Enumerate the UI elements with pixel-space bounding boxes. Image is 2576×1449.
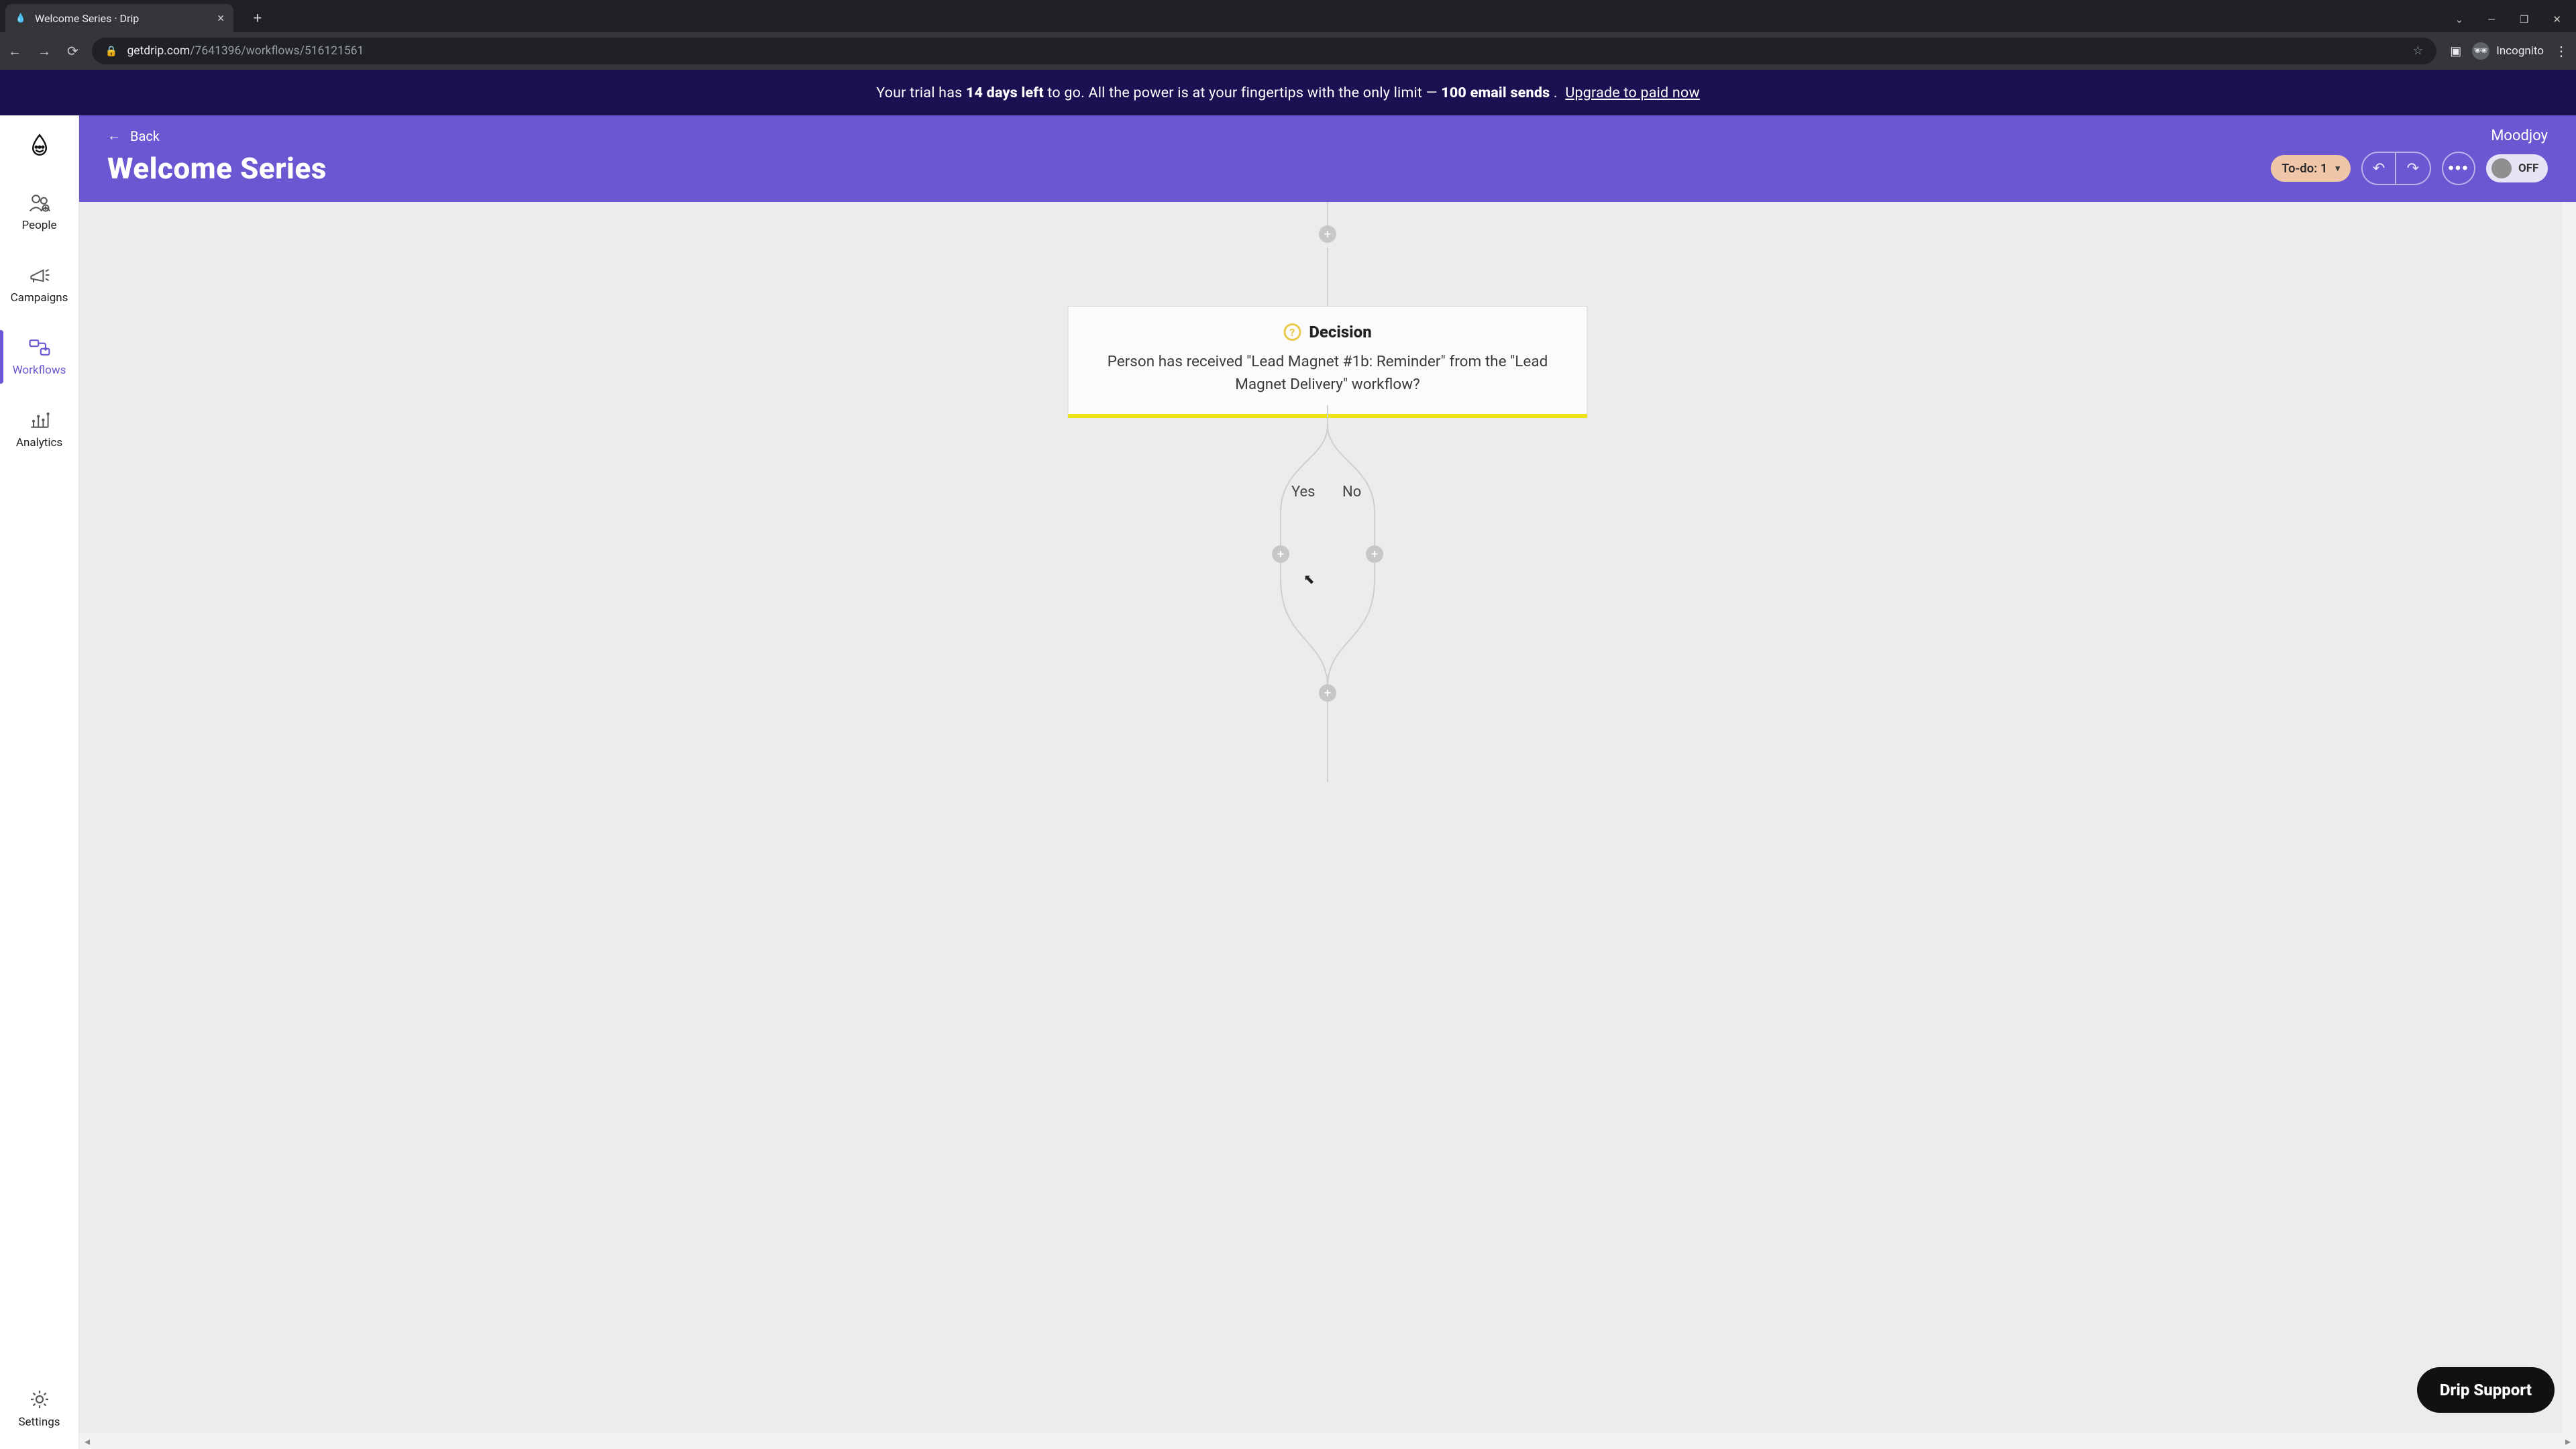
horizontal-scrollbar[interactable]: ◂ ▸	[79, 1433, 2576, 1449]
scroll-left-icon[interactable]: ◂	[79, 1435, 95, 1448]
org-name[interactable]: Moodjoy	[2491, 127, 2548, 144]
browser-menu-icon[interactable]: ⋮	[2555, 43, 2568, 59]
sidebar-item-label: People	[21, 219, 56, 232]
sidebar-item-settings[interactable]: Settings	[0, 1375, 78, 1449]
add-step-button[interactable]: +	[1319, 684, 1336, 702]
todo-pill[interactable]: To-do: 1 ▾	[2271, 155, 2351, 182]
decision-description: Person has received "Lead Magnet #1b: Re…	[1095, 351, 1560, 396]
redo-icon: ↷	[2407, 160, 2419, 176]
add-step-button[interactable]: +	[1319, 225, 1336, 243]
nav-forward-icon[interactable]: →	[38, 43, 51, 60]
back-link[interactable]: ← Back	[107, 127, 160, 144]
workflow-header: ← Back Moodjoy Welcome Series To-do: 1 ▾	[79, 115, 2576, 202]
add-step-no-button[interactable]: +	[1366, 545, 1383, 563]
flow-connector	[1327, 702, 1328, 782]
incognito-label: Incognito	[2496, 44, 2544, 58]
window-close-icon[interactable]: ✕	[2553, 13, 2561, 25]
nav-back-icon[interactable]: ←	[8, 43, 21, 60]
sidebar-item-workflows[interactable]: Workflows	[0, 323, 78, 390]
redo-button[interactable]: ↷	[2396, 153, 2430, 184]
todo-label: To-do: 1	[2282, 161, 2327, 176]
upgrade-link[interactable]: Upgrade to paid now	[1565, 85, 1699, 101]
support-label: Drip Support	[2440, 1381, 2532, 1399]
address-bar: ← → ⟳ 🔒 getdrip.com/7641396/workflows/51…	[0, 32, 2576, 70]
add-step-yes-button[interactable]: +	[1272, 545, 1289, 563]
sidebar-item-label: Analytics	[16, 436, 62, 449]
branch-no-label: No	[1342, 484, 1361, 500]
branch-yes-label: Yes	[1291, 484, 1316, 500]
more-menu-button[interactable]: •••	[2442, 152, 2475, 185]
banner-days-left: 14 days left	[966, 85, 1044, 101]
window-controls: ⌄ — ❐ ✕	[2455, 13, 2576, 32]
flow-connector	[1327, 202, 1328, 229]
support-button[interactable]: Drip Support	[2417, 1367, 2555, 1413]
sidebar-item-label: Workflows	[13, 364, 66, 377]
workflows-icon	[28, 337, 52, 358]
tab-close-icon[interactable]: ×	[217, 11, 224, 25]
workflow-canvas[interactable]: + ? Decision Person has received "Lead M…	[79, 202, 2576, 1449]
back-label: Back	[130, 128, 160, 144]
new-tab-button[interactable]: +	[247, 7, 268, 29]
flow-connector	[1327, 248, 1328, 309]
lock-icon: 🔒	[105, 45, 118, 57]
tabstrip: 💧 Welcome Series · Drip × + ⌄ — ❐ ✕	[0, 0, 2576, 32]
scroll-right-icon[interactable]: ▸	[2560, 1435, 2576, 1448]
browser-tab[interactable]: 💧 Welcome Series · Drip ×	[5, 4, 233, 32]
incognito-indicator[interactable]: 🕶 Incognito	[2472, 42, 2544, 60]
sidebar-item-people[interactable]: People	[0, 178, 78, 246]
gear-icon	[28, 1389, 52, 1410]
arrow-left-icon: ←	[107, 127, 121, 144]
url-input[interactable]: 🔒 getdrip.com/7641396/workflows/51612156…	[92, 38, 2436, 64]
page-title: Welcome Series	[107, 151, 327, 186]
toggle-knob	[2491, 158, 2512, 178]
nav-reload-icon[interactable]: ⟳	[67, 43, 78, 60]
banner-limit: 100 email sends	[1441, 85, 1550, 101]
incognito-icon: 🕶	[2472, 42, 2489, 60]
sidebar-item-campaigns[interactable]: Campaigns	[0, 251, 78, 318]
decision-title: Decision	[1309, 323, 1371, 341]
drip-logo[interactable]	[23, 129, 56, 161]
tabs-dropdown-icon[interactable]: ⌄	[2455, 13, 2464, 25]
url-host: getdrip.com	[127, 44, 190, 58]
sidebar-item-label: Campaigns	[11, 291, 68, 305]
url-path: /7641396/workflows/516121561	[190, 44, 364, 58]
banner-text: to go. All the power is at your fingerti…	[1047, 85, 1441, 101]
undo-redo-group: ↶ ↷	[2361, 152, 2431, 185]
toggle-label: OFF	[2518, 162, 2538, 175]
trial-banner: Your trial has 14 days left to go. All t…	[0, 70, 2576, 115]
tab-title: Welcome Series · Drip	[35, 12, 139, 25]
banner-text: Your trial has	[876, 85, 966, 101]
side-panel-icon[interactable]: ▣	[2450, 44, 2461, 58]
chevron-down-icon: ▾	[2335, 164, 2340, 174]
window-minimize-icon[interactable]: —	[2487, 13, 2496, 25]
ellipsis-icon: •••	[2448, 159, 2469, 178]
sidebar: People Campaigns Wor	[0, 115, 79, 1449]
analytics-icon	[28, 409, 52, 431]
bookmark-star-icon[interactable]: ☆	[2413, 44, 2424, 58]
undo-icon: ↶	[2373, 160, 2385, 176]
undo-button[interactable]: ↶	[2363, 153, 2396, 184]
banner-text: .	[1554, 85, 1561, 101]
vertical-scrollbar[interactable]	[2563, 202, 2576, 1433]
megaphone-icon	[28, 264, 52, 286]
sidebar-item-analytics[interactable]: Analytics	[0, 396, 78, 463]
people-icon	[28, 192, 52, 213]
workflow-toggle[interactable]: OFF	[2486, 154, 2548, 182]
question-icon: ?	[1283, 323, 1301, 341]
sidebar-item-label: Settings	[18, 1415, 60, 1429]
decision-node[interactable]: ? Decision Person has received "Lead Mag…	[1068, 306, 1588, 418]
window-maximize-icon[interactable]: ❐	[2520, 13, 2528, 25]
drip-favicon: 💧	[15, 12, 27, 24]
